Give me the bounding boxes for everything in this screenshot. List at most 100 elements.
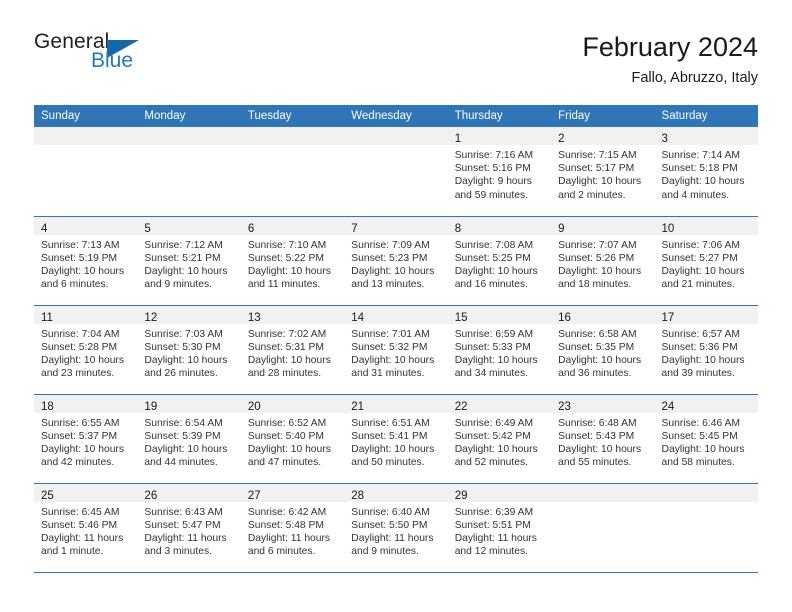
calendar-day-cell[interactable]: 19 Sunrise: 6:54 AM Sunset: 5:39 PM Dayligh…: [137, 394, 241, 484]
day-number: 28: [351, 489, 365, 502]
daylight-text: Daylight: 10 hours: [661, 265, 745, 277]
day-details: Sunrise: 7:15 AM Sunset: 5:17 PM Daylight:…: [551, 145, 654, 202]
day-details: Sunrise: 7:12 AM Sunset: 5:21 PM Daylight:…: [137, 235, 240, 292]
calendar-day-cell[interactable]: 21 Sunrise: 6:51 AM Sunset: 5:41 PM Dayligh…: [344, 394, 448, 484]
day-cell-content: [551, 483, 655, 572]
daylight-text-cont: and 36 minutes.: [558, 368, 632, 380]
calendar-day-cell[interactable]: 4 Sunrise: 7:13 AM Sunset: 5:19 PM Daylight…: [34, 216, 138, 306]
sunrise-text: Sunrise: 7:14 AM: [661, 150, 740, 161]
calendar-day-cell[interactable]: 13 Sunrise: 7:02 AM Sunset: 5:31 PM Dayligh…: [240, 305, 345, 395]
daylight-text: Daylight: 10 hours: [247, 443, 331, 455]
calendar-day-cell[interactable]: 15 Sunrise: 6:59 AM Sunset: 5:33 PM Dayligh…: [447, 305, 552, 395]
calendar-day-cell[interactable]: 20 Sunrise: 6:52 AM Sunset: 5:40 PM Dayligh…: [240, 394, 345, 484]
calendar-day-cell[interactable]: 22 Sunrise: 6:49 AM Sunset: 5:42 PM Dayligh…: [447, 394, 552, 484]
sunrise-text: Sunrise: 7:16 AM: [454, 150, 534, 161]
calendar-day-cell[interactable]: 24 Sunrise: 6:46 AM Sunset: 5:45 PM Dayligh…: [654, 394, 758, 484]
calendar-day-cell[interactable]: 10 Sunrise: 7:06 AM Sunset: 5:27 PM Dayligh…: [654, 216, 758, 306]
calendar-day-cell[interactable]: 26 Sunrise: 6:43 AM Sunset: 5:47 PM Dayligh…: [137, 483, 241, 573]
calendar-day-cell[interactable]: 1 Sunrise: 7:16 AM Sunset: 5:16 PM Daylight…: [447, 127, 552, 217]
calendar-day-cell[interactable]: 28 Sunrise: 6:40 AM Sunset: 5:50 PM Dayligh…: [344, 483, 448, 573]
calendar-day-cell[interactable]: 3 Sunrise: 7:14 AM Sunset: 5:18 PM Daylight…: [654, 127, 758, 217]
day-number-strip: [34, 127, 138, 145]
day-number: 21: [351, 400, 365, 413]
day-number: 4: [41, 222, 48, 235]
sunrise-text: Sunrise: 6:48 AM: [558, 417, 637, 429]
calendar-day-cell[interactable]: [240, 127, 345, 217]
calendar-day-cell[interactable]: [344, 127, 448, 217]
calendar-day-cell[interactable]: 29 Sunrise: 6:39 AM Sunset: 5:51 PM Dayligh…: [447, 483, 552, 573]
day-cell-content: 14 Sunrise: 7:01 AM Sunset: 5:32 PM Dayligh…: [344, 305, 448, 394]
day-details: Sunrise: 6:55 AM Sunset: 5:37 PM Daylight:…: [34, 413, 137, 470]
sunset-text: Sunset: 5:39 PM: [144, 430, 221, 442]
calendar-day-cell[interactable]: 25 Sunrise: 6:45 AM Sunset: 5:46 PM Dayligh…: [34, 483, 138, 573]
sunrise-text: Sunrise: 6:59 AM: [454, 328, 534, 340]
day-number-strip: 4: [34, 216, 138, 235]
daylight-text: Daylight: 11 hours: [247, 532, 331, 544]
calendar-day-cell[interactable]: 11 Sunrise: 7:04 AM Sunset: 5:28 PM Dayligh…: [34, 305, 138, 395]
day-number-strip: [137, 127, 241, 145]
calendar-day-cell[interactable]: 6 Sunrise: 7:10 AM Sunset: 5:22 PM Daylight…: [240, 216, 345, 306]
daylight-text-cont: and 16 minutes.: [454, 279, 528, 291]
day-cell-content: 19 Sunrise: 6:54 AM Sunset: 5:39 PM Dayligh…: [137, 394, 241, 483]
day-details: Sunrise: 6:59 AM Sunset: 5:33 PM Daylight:…: [448, 324, 551, 381]
weekday-header-friday: Friday: [551, 105, 655, 127]
day-number: 24: [661, 400, 675, 413]
calendar-day-cell[interactable]: [654, 483, 758, 573]
day-cell-content: 20 Sunrise: 6:52 AM Sunset: 5:40 PM Dayligh…: [240, 394, 345, 483]
day-cell-content: 7 Sunrise: 7:09 AM Sunset: 5:23 PM Daylight…: [344, 216, 448, 305]
calendar-day-cell[interactable]: 7 Sunrise: 7:09 AM Sunset: 5:23 PM Daylight…: [344, 216, 448, 306]
daylight-text: Daylight: 11 hours: [454, 532, 537, 544]
daylight-text-cont: and 4 minutes.: [661, 189, 730, 201]
daylight-text-cont: and 18 minutes.: [558, 279, 632, 291]
day-cell-content: 29 Sunrise: 6:39 AM Sunset: 5:51 PM Dayligh…: [447, 483, 552, 572]
brand-logo[interactable]: General Blue: [34, 30, 234, 86]
day-cell-content: 6 Sunrise: 7:10 AM Sunset: 5:22 PM Daylight…: [240, 216, 345, 305]
calendar-day-cell[interactable]: 17 Sunrise: 6:57 AM Sunset: 5:36 PM Dayligh…: [654, 305, 758, 395]
day-number: 19: [144, 400, 158, 413]
calendar-day-cell[interactable]: 16 Sunrise: 6:58 AM Sunset: 5:35 PM Dayligh…: [551, 305, 655, 395]
day-number: 20: [247, 400, 261, 413]
calendar-day-cell[interactable]: 12 Sunrise: 7:03 AM Sunset: 5:30 PM Dayligh…: [137, 305, 241, 395]
day-cell-content: 12 Sunrise: 7:03 AM Sunset: 5:30 PM Dayligh…: [137, 305, 241, 394]
sunset-text: Sunset: 5:36 PM: [661, 341, 738, 353]
day-number-strip: 5: [137, 216, 241, 235]
day-number-strip: 14: [344, 305, 448, 324]
day-number-strip: [551, 483, 655, 502]
brand-name-blue: Blue: [91, 49, 134, 72]
day-number: 16: [558, 311, 571, 324]
sunrise-text: Sunrise: 7:02 AM: [247, 328, 327, 340]
calendar-day-cell[interactable]: 18 Sunrise: 6:55 AM Sunset: 5:37 PM Dayligh…: [34, 394, 138, 484]
daylight-text-cont: and 55 minutes.: [558, 457, 632, 469]
sunset-text: Sunset: 5:31 PM: [247, 341, 324, 353]
calendar-day-cell[interactable]: 5 Sunrise: 7:12 AM Sunset: 5:21 PM Daylight…: [137, 216, 241, 306]
day-number-strip: 1: [447, 127, 552, 145]
daylight-text: Daylight: 10 hours: [454, 443, 538, 455]
calendar-day-cell[interactable]: [34, 127, 138, 217]
day-number-strip: 13: [240, 305, 345, 324]
sunset-text: Sunset: 5:18 PM: [661, 163, 738, 175]
day-number-strip: 21: [344, 394, 448, 413]
calendar-day-cell[interactable]: [137, 127, 241, 217]
calendar-day-cell[interactable]: 8 Sunrise: 7:08 AM Sunset: 5:25 PM Daylight…: [447, 216, 552, 306]
calendar-day-cell[interactable]: 9 Sunrise: 7:07 AM Sunset: 5:26 PM Daylight…: [551, 216, 655, 306]
day-number-strip: 8: [447, 216, 552, 235]
calendar-day-cell[interactable]: 23 Sunrise: 6:48 AM Sunset: 5:43 PM Dayligh…: [551, 394, 655, 484]
day-cell-content: 24 Sunrise: 6:46 AM Sunset: 5:45 PM Dayligh…: [654, 394, 758, 483]
calendar-day-cell[interactable]: 2 Sunrise: 7:15 AM Sunset: 5:17 PM Daylight…: [551, 127, 655, 217]
sunset-text: Sunset: 5:46 PM: [41, 519, 118, 531]
calendar-day-cell[interactable]: 27 Sunrise: 6:42 AM Sunset: 5:48 PM Dayligh…: [240, 483, 345, 573]
sunrise-text: Sunrise: 6:46 AM: [661, 417, 740, 429]
sunrise-text: Sunrise: 6:49 AM: [454, 417, 534, 429]
calendar-day-cell[interactable]: 14 Sunrise: 7:01 AM Sunset: 5:32 PM Dayligh…: [344, 305, 448, 395]
sunrise-text: Sunrise: 6:42 AM: [247, 506, 327, 518]
day-cell-content: [240, 127, 345, 216]
day-cell-content: [344, 127, 448, 216]
day-number-strip: 15: [447, 305, 552, 324]
day-number: 27: [247, 489, 261, 502]
calendar-day-cell[interactable]: [551, 483, 655, 573]
day-number-strip: 26: [137, 483, 241, 502]
day-cell-content: [654, 483, 758, 572]
day-details: Sunrise: 7:09 AM Sunset: 5:23 PM Daylight:…: [344, 235, 447, 292]
day-number: 3: [661, 133, 668, 145]
day-details: Sunrise: 6:52 AM Sunset: 5:40 PM Daylight:…: [241, 413, 344, 470]
